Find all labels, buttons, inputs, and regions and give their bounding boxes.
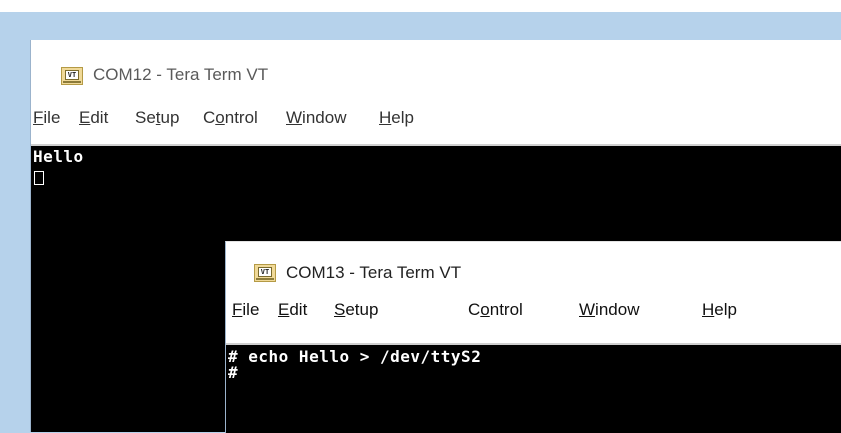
terminal-screen[interactable]: # echo Hello > /dev/ttyS2 #: [226, 343, 841, 433]
menu-control[interactable]: Control: [468, 300, 523, 320]
menu-window-mnemonic: W: [286, 108, 303, 127]
menu-control-mnemonic: o: [480, 300, 490, 319]
menu-help-label: elp: [714, 300, 737, 319]
menu-control[interactable]: Control: [203, 108, 258, 128]
menu-file-label: ile: [43, 108, 61, 127]
window-title: COM12 - Tera Term VT: [93, 65, 269, 84]
menu-help-mnemonic: H: [702, 300, 715, 319]
menu-help[interactable]: Help: [702, 300, 737, 320]
menu-file[interactable]: File: [232, 300, 259, 320]
menu-window[interactable]: Window: [579, 300, 639, 320]
title-bar[interactable]: VT COM12 - Tera Term VT: [31, 40, 841, 102]
menu-window-label: indow: [595, 300, 640, 319]
menu-edit-label: dit: [90, 108, 109, 127]
menu-edit-label: dit: [289, 300, 308, 319]
menu-setup[interactable]: Setup: [334, 300, 378, 320]
vt-icon-base: [256, 278, 274, 280]
title-bar[interactable]: VT COM13 - Tera Term VT: [226, 242, 841, 294]
menu-file[interactable]: File: [33, 108, 60, 128]
menu-setup-label: etup: [345, 300, 379, 319]
menu-control-mnemonic: o: [215, 108, 225, 127]
tera-term-vt-icon[interactable]: VT: [61, 67, 83, 85]
menu-control-label: ntrol: [224, 108, 258, 127]
terminal-line: #: [228, 363, 239, 382]
terminal-cursor: [34, 171, 44, 185]
menu-setup[interactable]: Setup: [135, 108, 179, 128]
menu-edit[interactable]: Edit: [79, 108, 108, 128]
menu-file-mnemonic: F: [232, 300, 243, 319]
vt-icon-screen: VT: [65, 70, 79, 80]
tera-term-window-com13[interactable]: VT COM13 - Tera Term VT File Edit Setup …: [225, 241, 841, 433]
terminal-line: # echo Hello > /dev/ttyS2: [228, 347, 482, 366]
menu-edit-mnemonic: E: [79, 108, 91, 127]
vt-icon-screen: VT: [258, 267, 272, 277]
desktop-top-strip: [0, 0, 841, 12]
menu-window-mnemonic: W: [579, 300, 596, 319]
menu-file-mnemonic: F: [33, 108, 44, 127]
menu-help[interactable]: Help: [379, 108, 414, 128]
menu-help-label: elp: [391, 108, 414, 127]
menu-edit-mnemonic: E: [278, 300, 290, 319]
menu-window-label: indow: [302, 108, 347, 127]
vt-icon-base: [63, 81, 81, 83]
terminal-line: Hello: [33, 147, 84, 166]
window-title: COM13 - Tera Term VT: [286, 263, 462, 282]
menu-control-label: ntrol: [489, 300, 523, 319]
menu-control-prefix: C: [203, 108, 216, 127]
menu-bar: File Edit Setup Control Window Help: [226, 294, 841, 322]
menu-help-mnemonic: H: [379, 108, 392, 127]
tera-term-vt-icon[interactable]: VT: [254, 264, 276, 282]
menu-window[interactable]: Window: [286, 108, 346, 128]
menu-control-prefix: C: [468, 300, 481, 319]
menu-setup-prefix: Se: [135, 108, 156, 127]
menu-edit[interactable]: Edit: [278, 300, 307, 320]
menu-bar: File Edit Setup Control Window Help: [31, 102, 841, 130]
menu-setup-mnemonic: S: [334, 300, 346, 319]
menu-setup-label: up: [160, 108, 180, 127]
menu-file-label: ile: [242, 300, 260, 319]
